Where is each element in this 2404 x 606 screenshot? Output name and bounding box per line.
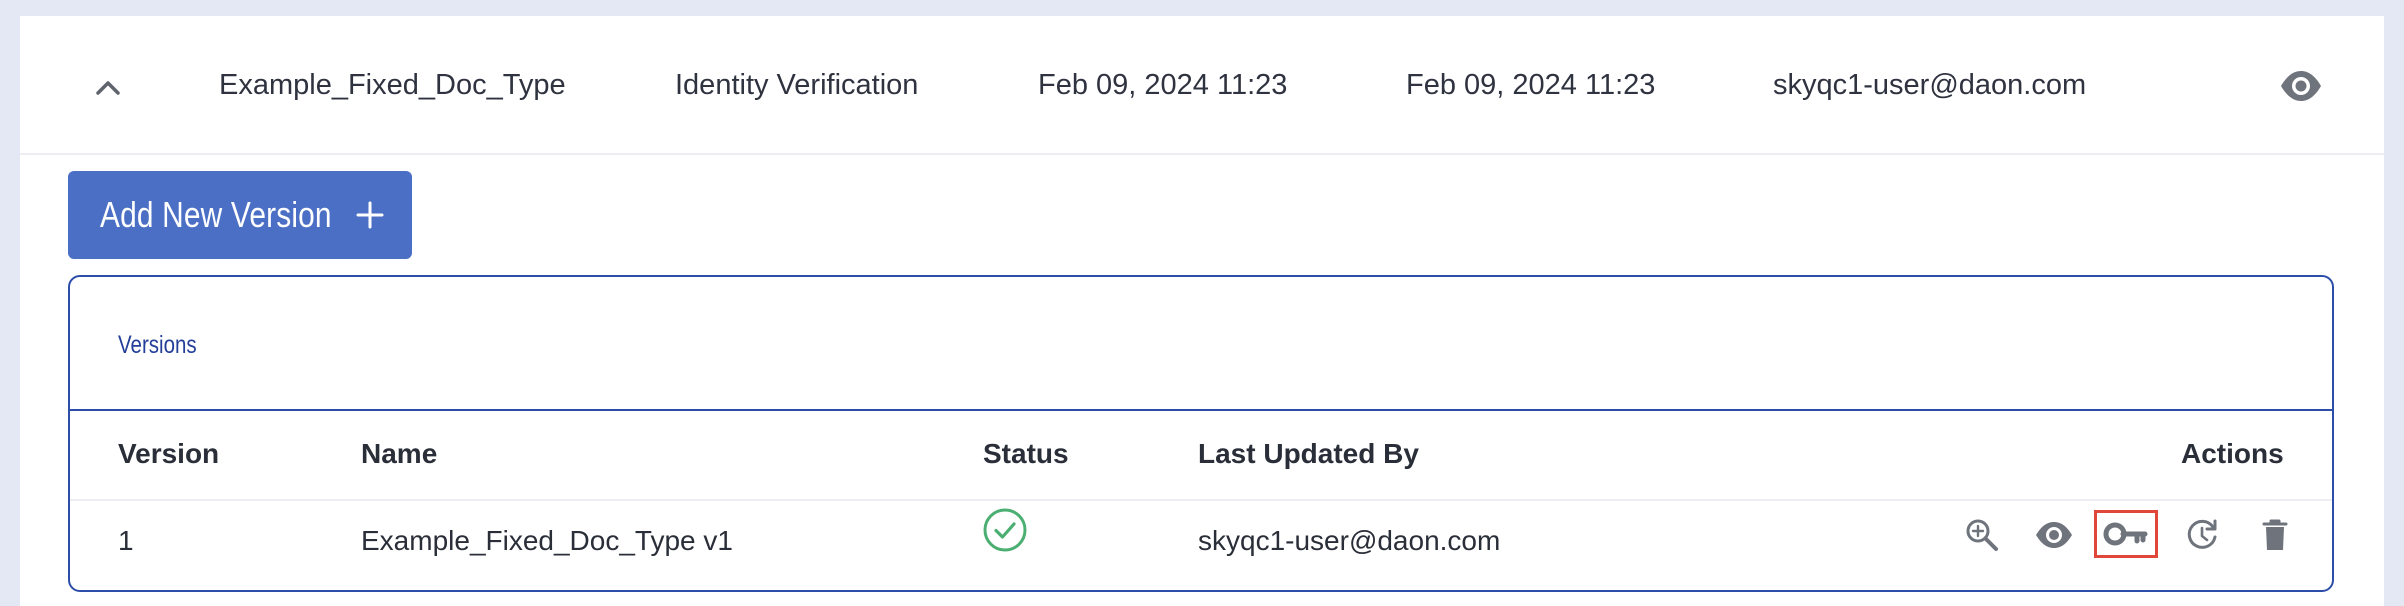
doc-type-created-date: Feb 09, 2024 11:23	[1038, 69, 1288, 101]
add-new-version-label: Add New Version	[100, 194, 332, 235]
zoom-in-icon[interactable]	[1962, 515, 2002, 555]
divider	[70, 499, 2332, 501]
eye-icon[interactable]	[2034, 515, 2074, 555]
trash-icon[interactable]	[2255, 515, 2295, 555]
plus-icon	[356, 201, 384, 229]
column-header-last-updated-by: Last Updated By	[1198, 438, 1419, 469]
check-circle-icon	[982, 507, 1028, 553]
column-header-name: Name	[361, 438, 438, 469]
add-new-version-button[interactable]: Add New Version	[68, 171, 412, 259]
version-number: 1	[118, 525, 134, 556]
doc-type-summary-row[interactable]: Example_Fixed_Doc_Type Identity Verifica…	[20, 16, 2384, 155]
version-name: Example_Fixed_Doc_Type v1	[361, 525, 733, 556]
column-header-version: Version	[118, 438, 220, 469]
divider	[70, 409, 2332, 411]
versions-title: Versions	[118, 331, 197, 359]
doc-type-card: Example_Fixed_Doc_Type Identity Verifica…	[20, 16, 2384, 606]
history-icon[interactable]	[2182, 515, 2222, 555]
doc-type-updated-date: Feb 09, 2024 11:23	[1406, 69, 1656, 101]
key-icon[interactable]	[2094, 510, 2158, 558]
versions-panel: Versions Version Name Status Last Update…	[68, 275, 2334, 592]
doc-type-category: Identity Verification	[675, 69, 919, 101]
column-header-actions: Actions	[2181, 438, 2284, 469]
doc-type-name: Example_Fixed_Doc_Type	[219, 69, 566, 101]
version-last-updated-by: skyqc1-user@daon.com	[1198, 525, 1501, 556]
eye-icon[interactable]	[2278, 66, 2324, 106]
doc-type-user: skyqc1-user@daon.com	[1773, 69, 2087, 101]
column-header-status: Status	[983, 438, 1069, 469]
chevron-up-icon[interactable]	[88, 68, 128, 108]
